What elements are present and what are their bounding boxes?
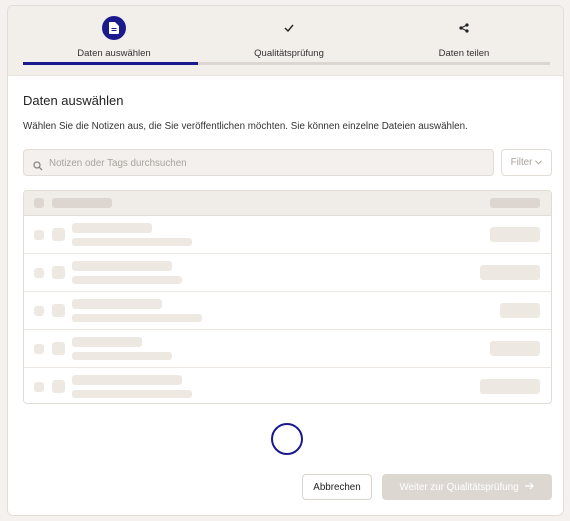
meta-skeleton [72, 352, 172, 360]
select-all-checkbox-skeleton [34, 198, 44, 208]
checkbox-skeleton [34, 268, 44, 278]
icon-skeleton [52, 266, 65, 279]
icon-skeleton [52, 304, 65, 317]
checkbox-skeleton [34, 344, 44, 354]
share-icon [452, 16, 476, 40]
meta-skeleton [72, 276, 182, 284]
value-skeleton [480, 379, 540, 394]
table-row [24, 368, 551, 403]
arrow-right-icon [524, 482, 535, 493]
title-skeleton [72, 223, 152, 233]
step-share-data[interactable]: Daten teilen [376, 16, 552, 59]
step-select-data[interactable]: Daten auswählen [26, 16, 202, 59]
title-skeleton [72, 337, 142, 347]
table-row [24, 254, 551, 292]
value-skeleton [500, 303, 540, 318]
loading-spinner [271, 423, 303, 455]
table-row [24, 330, 551, 368]
next-button[interactable]: Weiter zur Qualitätsprüfung [382, 474, 552, 500]
step-label: Qualitätsprüfung [254, 48, 324, 59]
step-label: Daten teilen [438, 48, 490, 59]
table-header [24, 191, 551, 216]
cancel-button[interactable]: Abbrechen [302, 474, 372, 500]
search-placeholder: Notizen oder Tags durchsuchen [49, 158, 187, 169]
progress-track [23, 62, 550, 65]
filter-label: Filter [510, 157, 533, 168]
value-skeleton [480, 265, 540, 280]
meta-skeleton [72, 238, 192, 246]
title-skeleton [72, 261, 172, 271]
step-quality-check[interactable]: Qualitätsprüfung [201, 16, 377, 59]
chevron-down-icon [535, 157, 543, 168]
icon-skeleton [52, 380, 65, 393]
header-skeleton [490, 198, 540, 208]
checkbox-skeleton [34, 382, 44, 392]
stepper: Daten auswählen Qualitätsprüfung Daten t… [8, 6, 563, 76]
value-skeleton [490, 227, 540, 242]
title-skeleton [72, 299, 162, 309]
step-label: Daten auswählen [77, 48, 151, 59]
checkbox-skeleton [34, 306, 44, 316]
file-icon [102, 16, 126, 40]
title-skeleton [72, 375, 182, 385]
table-row [24, 292, 551, 330]
value-skeleton [490, 341, 540, 356]
notes-table [23, 190, 552, 404]
icon-skeleton [52, 342, 65, 355]
page-title: Daten auswählen [23, 93, 124, 108]
search-icon [33, 158, 43, 176]
progress-fill [23, 62, 199, 65]
icon-skeleton [52, 228, 65, 241]
check-icon [277, 16, 301, 40]
page-description: Wählen Sie die Notizen aus, die Sie verö… [23, 121, 468, 132]
search-input[interactable]: Notizen oder Tags durchsuchen [23, 149, 494, 176]
next-button-label: Weiter zur Qualitätsprüfung [399, 481, 519, 493]
header-skeleton [52, 198, 112, 208]
meta-skeleton [72, 314, 202, 322]
filter-button[interactable]: Filter [501, 149, 552, 176]
meta-skeleton [72, 390, 192, 398]
checkbox-skeleton [34, 230, 44, 240]
share-dialog: Daten auswählen Qualitätsprüfung Daten t… [7, 5, 564, 516]
table-row [24, 216, 551, 254]
